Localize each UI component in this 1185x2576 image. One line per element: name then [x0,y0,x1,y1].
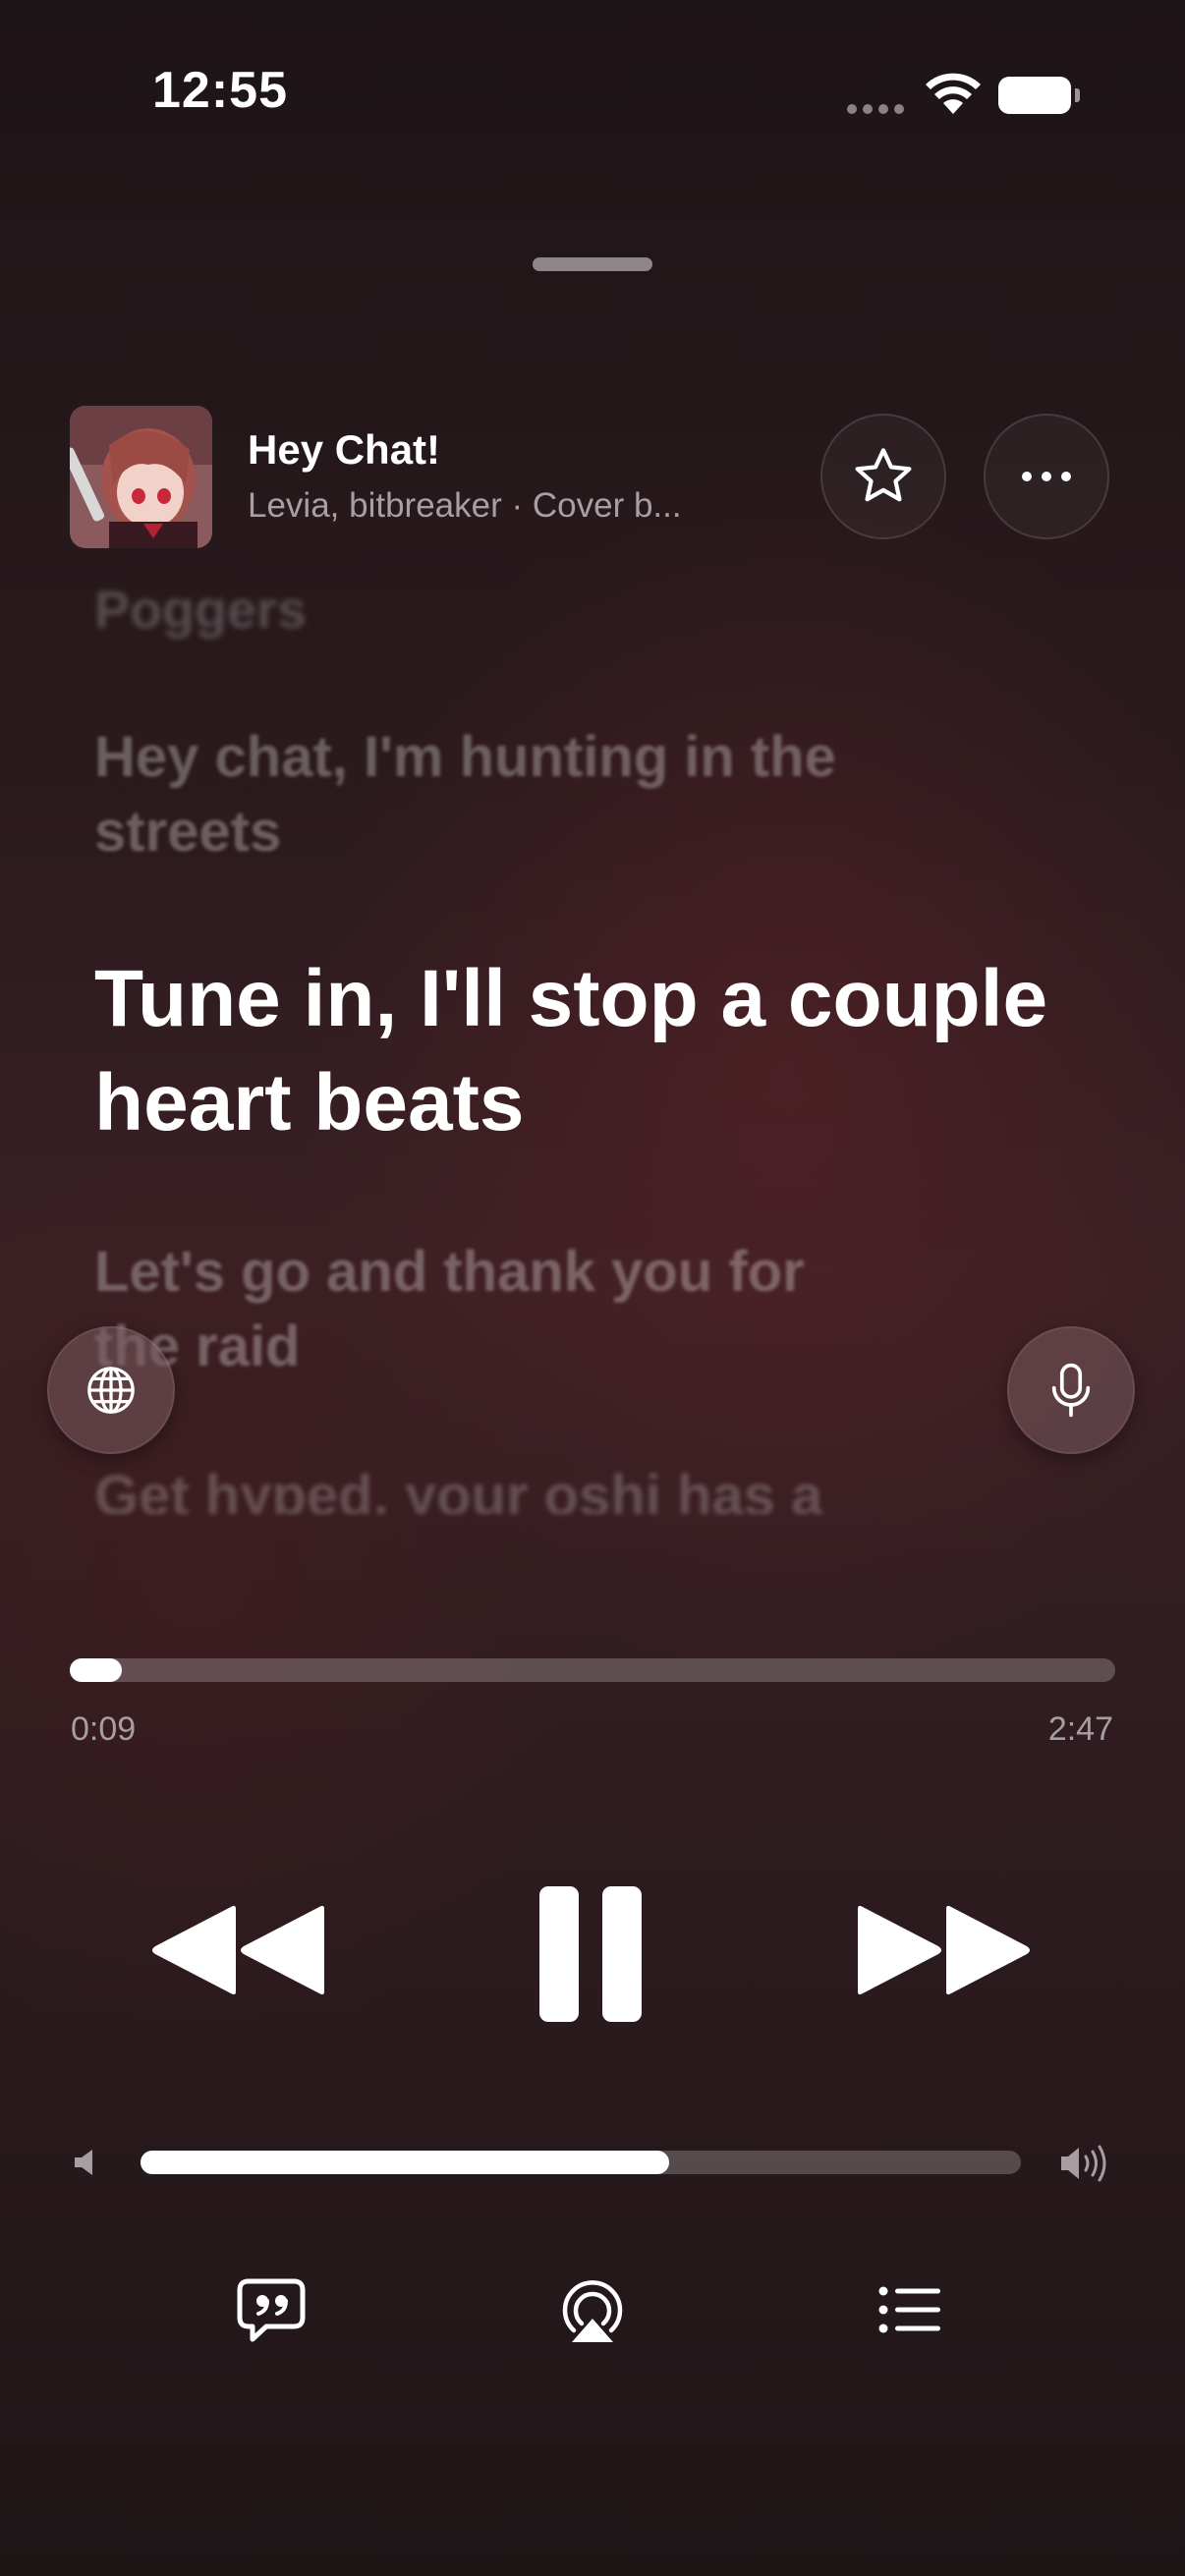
playback-progress-slider[interactable] [70,1658,1115,1682]
playback-progress-fill [70,1658,123,1682]
lyric-line-previous-1[interactable]: Hey chat, I'm hunting in the streets [94,720,841,869]
album-artwork[interactable] [70,406,212,548]
translate-button[interactable] [47,1326,175,1454]
forward-button[interactable] [858,1901,1035,2004]
sheet-grabber[interactable] [533,257,652,271]
track-artists[interactable]: Levia, bitbreaker · Cover b... [248,486,729,526]
battery-tip [1075,88,1080,102]
favorite-button[interactable] [820,414,946,539]
backward-icon [152,1905,324,1995]
forward-icon [858,1905,1030,1995]
pause-icon [539,1886,642,2022]
ellipsis-icon [1022,472,1071,481]
lyric-line-current[interactable]: Tune in, I'll stop a couple heart beats [94,947,1136,1155]
lyrics-button[interactable] [237,2278,306,2348]
lyric-line-previous-2[interactable]: Poggers [94,580,307,641]
star-icon [855,448,912,502]
speaker-low-icon [73,2148,100,2182]
track-title[interactable]: Hey Chat! [248,426,440,474]
elapsed-time: 0:09 [71,1710,137,1748]
pause-button[interactable] [539,1886,646,2027]
more-options-button[interactable] [984,414,1109,539]
globe-icon [87,1367,135,1414]
sing-button[interactable] [1007,1326,1135,1454]
queue-button[interactable] [878,2285,941,2339]
rewind-button[interactable] [147,1901,324,2004]
airplay-icon [562,2280,623,2342]
status-time: 12:55 [152,62,288,119]
microphone-icon [1051,1363,1091,1418]
speaker-high-icon [1059,2142,1112,2190]
airplay-button[interactable] [558,2279,627,2349]
cellular-signal-icon [847,104,904,114]
lyric-line-next-2[interactable]: Get hyped, your oshi has a [94,1459,939,1514]
total-time: 2:47 [1047,1710,1113,1748]
volume-fill [141,2151,669,2174]
list-icon [878,2286,940,2333]
lyric-line-next-1[interactable]: Let's go and thank you for the raid [94,1235,900,1384]
battery-icon [998,77,1071,114]
wifi-icon [924,71,983,121]
volume-slider[interactable] [141,2151,1021,2174]
quote-bubble-icon [237,2278,306,2342]
